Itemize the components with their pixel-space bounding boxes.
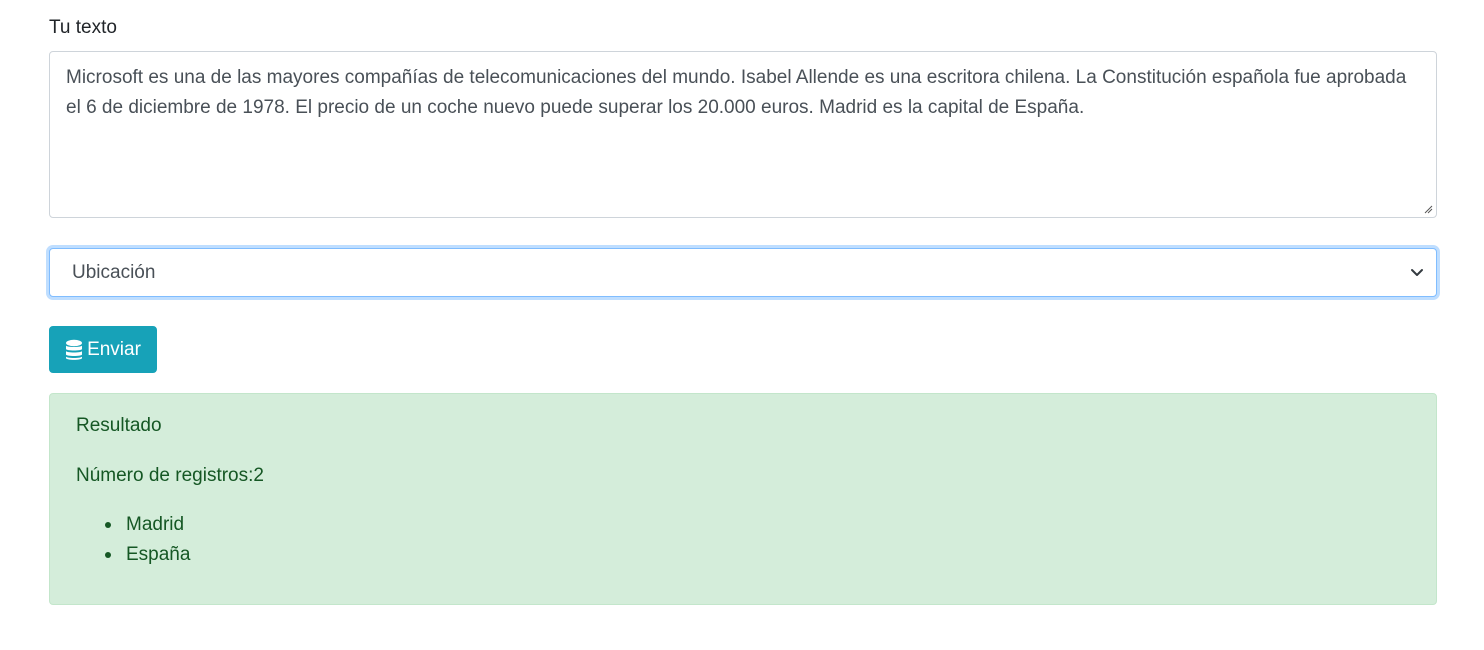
chevron-down-icon xyxy=(1411,268,1423,276)
submit-button[interactable]: Enviar xyxy=(49,326,157,373)
resize-handle-icon[interactable] xyxy=(1423,204,1433,214)
submit-button-label: Enviar xyxy=(87,338,141,360)
text-input-area[interactable]: Microsoft es una de las mayores compañía… xyxy=(49,51,1437,218)
entity-type-select[interactable]: Ubicación xyxy=(49,248,1437,297)
result-list-item: España xyxy=(76,540,190,570)
record-count: Número de registros:2 xyxy=(76,465,264,486)
result-list: Madrid España xyxy=(76,510,190,570)
entity-type-selected-value: Ubicación xyxy=(72,261,156,283)
database-icon xyxy=(66,339,83,360)
result-alert: Resultado Número de registros:2 Madrid E… xyxy=(49,393,1437,605)
text-field-label: Tu texto xyxy=(49,17,117,38)
result-list-item: Madrid xyxy=(76,510,190,540)
result-title: Resultado xyxy=(76,415,162,436)
